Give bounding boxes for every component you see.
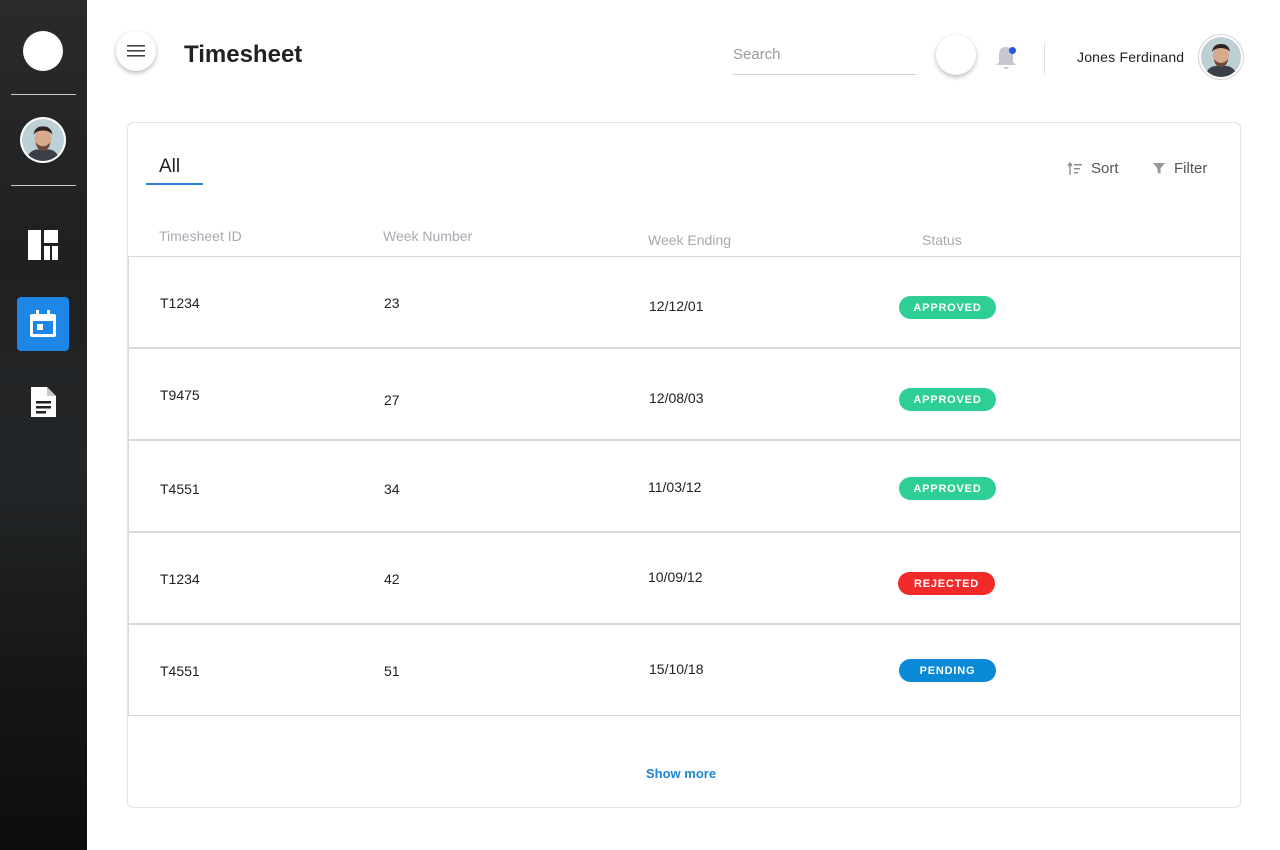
filter-icon: [1153, 162, 1165, 174]
menu-button[interactable]: [116, 31, 156, 71]
calendar-icon: [30, 310, 56, 337]
cell-timesheet-id: T9475: [160, 387, 200, 403]
avatar-face-icon: [22, 119, 64, 161]
cell-timesheet-id: T1234: [160, 295, 200, 311]
app-logo[interactable]: [23, 31, 63, 71]
table-row[interactable]: T4551 34 11/03/12 APPROVED: [128, 440, 1241, 532]
column-header-timesheet-id: Timesheet ID: [159, 228, 242, 244]
cell-week-number: 34: [384, 481, 400, 497]
user-name: Jones Ferdinand: [1077, 49, 1185, 65]
cell-week-number: 51: [384, 663, 400, 679]
cell-timesheet-id: T4551: [160, 481, 200, 497]
avatar-face-icon: [1201, 37, 1241, 77]
search-input[interactable]: [733, 40, 916, 75]
cell-timesheet-id: T1234: [160, 571, 200, 587]
status-badge-pending: PENDING: [899, 659, 996, 682]
filter-button[interactable]: Filter: [1152, 160, 1207, 177]
header-divider: [1044, 43, 1045, 75]
status-badge-approved: APPROVED: [899, 296, 996, 319]
sidebar-item-documents[interactable]: [17, 375, 69, 429]
sidebar-item-timesheet[interactable]: [17, 297, 69, 351]
hamburger-icon: [127, 45, 145, 57]
dashboard-icon: [28, 230, 58, 260]
sidebar-divider: [11, 94, 76, 95]
sidebar-avatar[interactable]: [20, 117, 66, 163]
round-action-button[interactable]: [936, 35, 976, 75]
cell-timesheet-id: T4551: [160, 663, 200, 679]
document-icon: [31, 387, 56, 417]
column-header-week-ending: Week Ending: [648, 232, 732, 248]
cell-week-ending: 11/03/12: [648, 479, 702, 495]
tab-all[interactable]: All: [146, 156, 203, 185]
cell-week-ending: 12/12/01: [649, 298, 704, 314]
page-title: Timesheet: [184, 41, 303, 68]
table-row[interactable]: T1234 42 10/09/12 REJECTED: [128, 532, 1241, 624]
cell-week-ending: 15/10/18: [649, 661, 704, 677]
filter-label: Filter: [1174, 160, 1208, 177]
sort-icon: [1067, 161, 1082, 175]
sidebar: [0, 0, 87, 850]
show-more-link[interactable]: Show more: [646, 766, 716, 781]
cell-week-ending: 10/09/12: [648, 569, 703, 585]
sidebar-item-dashboard[interactable]: [17, 218, 69, 272]
user-avatar[interactable]: [1198, 34, 1244, 80]
column-header-week-number: Week Number: [383, 228, 473, 244]
timesheet-card: All Sort Filter Timesheet ID Week Number…: [127, 122, 1241, 808]
notification-badge: [1009, 47, 1016, 54]
cell-week-number: 42: [384, 571, 400, 587]
sort-label: Sort: [1091, 160, 1119, 177]
cell-week-number: 27: [384, 392, 400, 408]
table-row[interactable]: T4551 51 15/10/18 PENDING: [128, 624, 1241, 716]
table-row[interactable]: T9475 27 12/08/03 APPROVED: [128, 348, 1241, 440]
status-badge-approved: APPROVED: [899, 477, 996, 500]
status-badge-approved: APPROVED: [899, 388, 996, 411]
sidebar-divider: [11, 185, 76, 186]
cell-week-number: 23: [384, 295, 400, 311]
table-row[interactable]: T1234 23 12/12/01 APPROVED: [128, 256, 1241, 348]
column-header-status: Status: [922, 232, 962, 248]
status-badge-rejected: REJECTED: [898, 572, 995, 595]
cell-week-ending: 12/08/03: [649, 390, 704, 406]
sort-button[interactable]: Sort: [1067, 160, 1119, 177]
